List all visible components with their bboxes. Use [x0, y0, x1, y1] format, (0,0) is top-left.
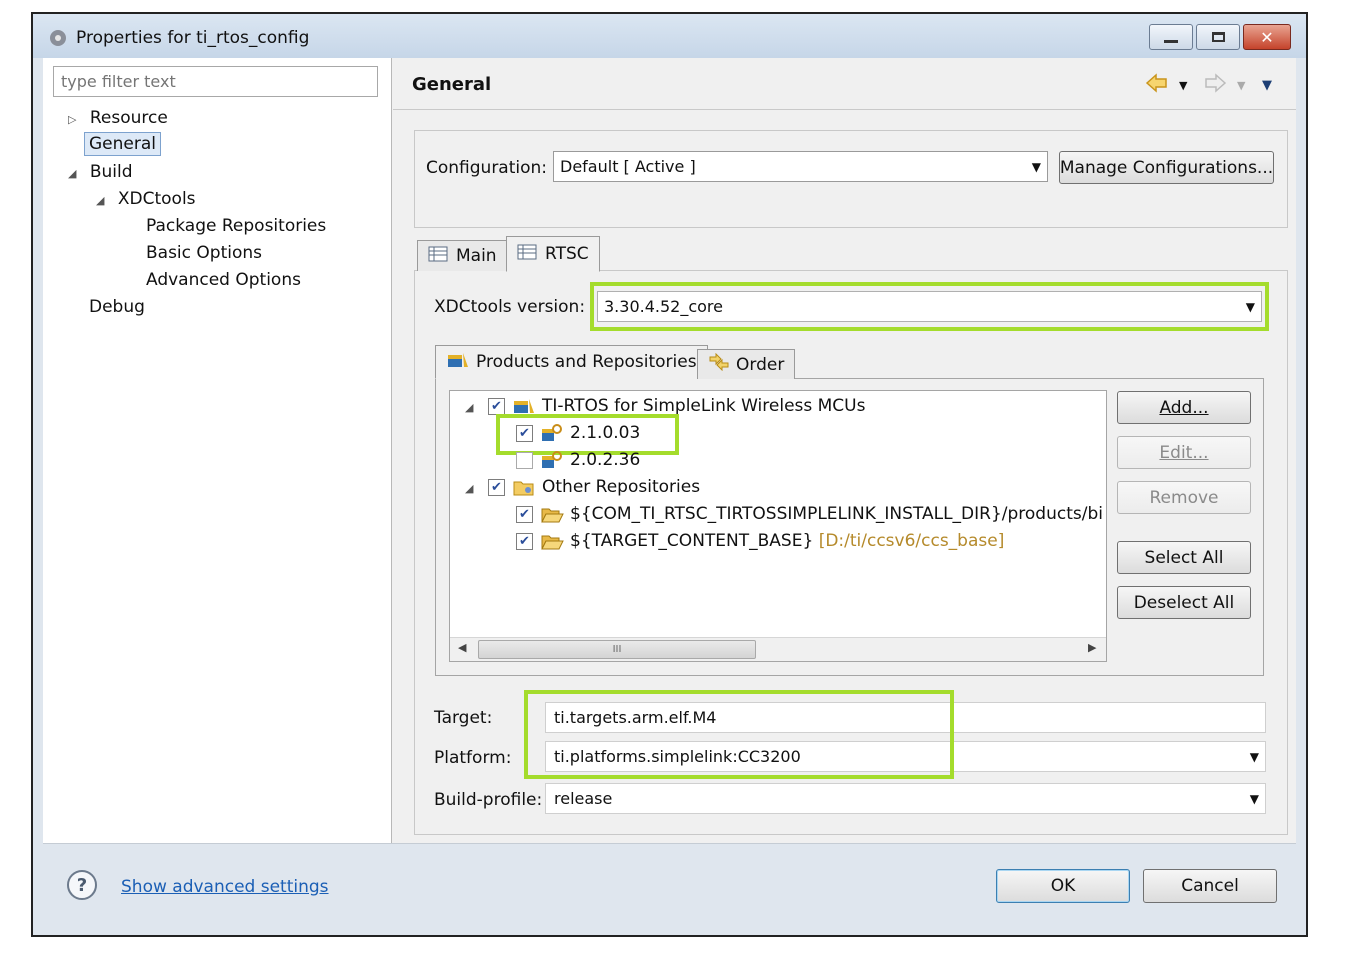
checkbox-repo-1[interactable]: ✔	[516, 506, 533, 523]
collapse-arrow-icon[interactable]: ◢	[465, 482, 473, 495]
xdctools-version-label: XDCtools version:	[434, 297, 586, 317]
configuration-label: Configuration:	[426, 158, 548, 178]
table-icon	[428, 246, 448, 267]
xdctools-version-value: 3.30.4.52_core	[604, 297, 723, 316]
repo-2-path: [D:/ti/ccsv6/ccs_base]	[818, 531, 1005, 551]
help-icon[interactable]: ?	[66, 869, 98, 906]
nav-item-xdctools[interactable]: ◢ XDCtools	[96, 189, 196, 209]
subtab-products-label: Products and Repositories	[476, 352, 697, 372]
nav-item-debug[interactable]: Debug	[89, 297, 145, 317]
nav-label: Build	[89, 162, 133, 182]
maximize-icon	[1211, 32, 1225, 42]
checkmark-icon: ✔	[491, 480, 502, 495]
nav-item-build[interactable]: ◢ Build	[68, 162, 133, 182]
repo-2-variable: ${TARGET_CONTENT_BASE}	[570, 531, 814, 551]
scroll-right-icon[interactable]: ▶	[1088, 641, 1096, 654]
subtab-order-label: Order	[736, 354, 785, 375]
chevron-down-icon: ▼	[1245, 299, 1255, 314]
select-all-button[interactable]: Select All	[1117, 541, 1251, 574]
deselect-all-button[interactable]: Deselect All	[1117, 586, 1251, 619]
manage-configurations-button[interactable]: Manage Configurations...	[1059, 151, 1274, 184]
tree-item-other-repositories[interactable]: Other Repositories	[542, 477, 700, 497]
target-label: Target:	[434, 708, 493, 728]
nav-item-basic-options[interactable]: Basic Options	[146, 243, 262, 263]
highlight-target-platform	[524, 690, 954, 779]
checkbox-version-1[interactable]: ✔	[516, 425, 533, 442]
show-advanced-settings-link[interactable]: Show advanced settings	[121, 877, 329, 897]
maximize-button[interactable]	[1196, 24, 1240, 50]
svg-text:?: ?	[77, 875, 87, 896]
forward-dropdown-icon: ▼	[1237, 79, 1246, 92]
subtab-order[interactable]: Order	[697, 349, 796, 379]
package-icon	[446, 351, 470, 374]
nav-item-resource[interactable]: ▷ Resource	[68, 108, 168, 128]
app-icon	[48, 28, 68, 48]
scroll-left-icon[interactable]: ◀	[458, 641, 466, 654]
tree-item-version-1[interactable]: 2.1.0.03	[570, 423, 640, 443]
checkmark-icon: ✔	[491, 399, 502, 414]
tab-rtsc-label: RTSC	[545, 244, 589, 264]
scroll-thumb[interactable]: III	[478, 640, 756, 659]
collapse-arrow-icon[interactable]: ◢	[465, 401, 473, 414]
add-button[interactable]: Add...	[1117, 391, 1251, 424]
remove-button[interactable]: Remove	[1117, 481, 1251, 514]
cancel-button[interactable]: Cancel	[1143, 869, 1277, 903]
subtab-products[interactable]: Products and Repositories	[435, 345, 708, 379]
open-folder-icon	[540, 531, 564, 556]
open-folder-icon	[540, 504, 564, 529]
package-gear-icon	[540, 450, 564, 475]
chevron-down-icon: ▼	[1031, 159, 1041, 174]
tree-item-repo-1[interactable]: ${COM_TI_RTSC_TIRTOSSIMPLELINK_INSTALL_D…	[570, 504, 1104, 524]
tree-item-version-2[interactable]: 2.0.2.36	[570, 450, 640, 470]
nav-item-advanced-options[interactable]: Advanced Options	[146, 270, 301, 290]
configuration-value: Default [ Active ]	[560, 157, 696, 176]
ok-button[interactable]: OK	[996, 869, 1130, 903]
nav-label: Resource	[89, 108, 168, 128]
order-icon	[708, 352, 730, 376]
window-title: Properties for ti_rtos_config	[76, 28, 310, 48]
back-dropdown-icon[interactable]: ▼	[1179, 79, 1187, 92]
collapse-arrow-icon[interactable]: ◢	[96, 194, 104, 207]
checkbox-tirtos[interactable]: ✔	[488, 398, 505, 415]
xdctools-version-select[interactable]: 3.30.4.52_core ▼	[597, 291, 1262, 322]
platform-label: Platform:	[434, 748, 512, 768]
checkbox-other-repositories[interactable]: ✔	[488, 479, 505, 496]
filter-input[interactable]	[53, 66, 378, 97]
configuration-select[interactable]: Default [ Active ] ▼	[553, 151, 1048, 182]
collapse-arrow-icon[interactable]: ◢	[68, 167, 76, 180]
menu-down-icon[interactable]: ▼	[1262, 78, 1272, 93]
chevron-down-icon: ▼	[1249, 791, 1259, 806]
table-icon	[517, 244, 537, 265]
checkbox-version-2[interactable]	[516, 452, 533, 469]
forward-arrow-icon[interactable]	[1203, 72, 1227, 99]
nav-item-general[interactable]: General	[84, 132, 161, 156]
tab-main[interactable]: Main	[417, 240, 508, 271]
tab-main-label: Main	[456, 246, 497, 266]
chevron-down-icon: ▼	[1249, 749, 1259, 764]
checkmark-icon: ✔	[519, 507, 530, 522]
nav-item-package-repositories[interactable]: Package Repositories	[146, 216, 326, 236]
tree-item-tirtos[interactable]: TI-RTOS for SimpleLink Wireless MCUs	[542, 396, 865, 416]
expand-arrow-icon[interactable]: ▷	[68, 113, 76, 126]
edit-button[interactable]: Edit...	[1117, 436, 1251, 469]
tree-item-repo-2[interactable]: ${TARGET_CONTENT_BASE} [D:/ti/ccsv6/ccs_…	[570, 531, 1004, 551]
build-profile-select[interactable]: release ▼	[545, 783, 1266, 814]
back-arrow-icon[interactable]	[1145, 72, 1169, 99]
checkbox-repo-2[interactable]: ✔	[516, 533, 533, 550]
checkmark-icon: ✔	[519, 534, 530, 549]
close-button[interactable]: ✕	[1243, 24, 1291, 50]
checkmark-icon: ✔	[519, 426, 530, 441]
nav-label: XDCtools	[117, 189, 196, 209]
close-icon: ✕	[1260, 27, 1274, 47]
build-profile-label: Build-profile:	[434, 790, 543, 810]
folder-icon	[512, 477, 536, 502]
package-gear-icon	[540, 423, 564, 448]
minimize-icon	[1164, 39, 1178, 43]
page-title: General	[412, 74, 492, 95]
tab-rtsc[interactable]: RTSC	[506, 236, 600, 272]
build-profile-value: release	[554, 789, 613, 808]
minimize-button[interactable]	[1149, 24, 1193, 50]
